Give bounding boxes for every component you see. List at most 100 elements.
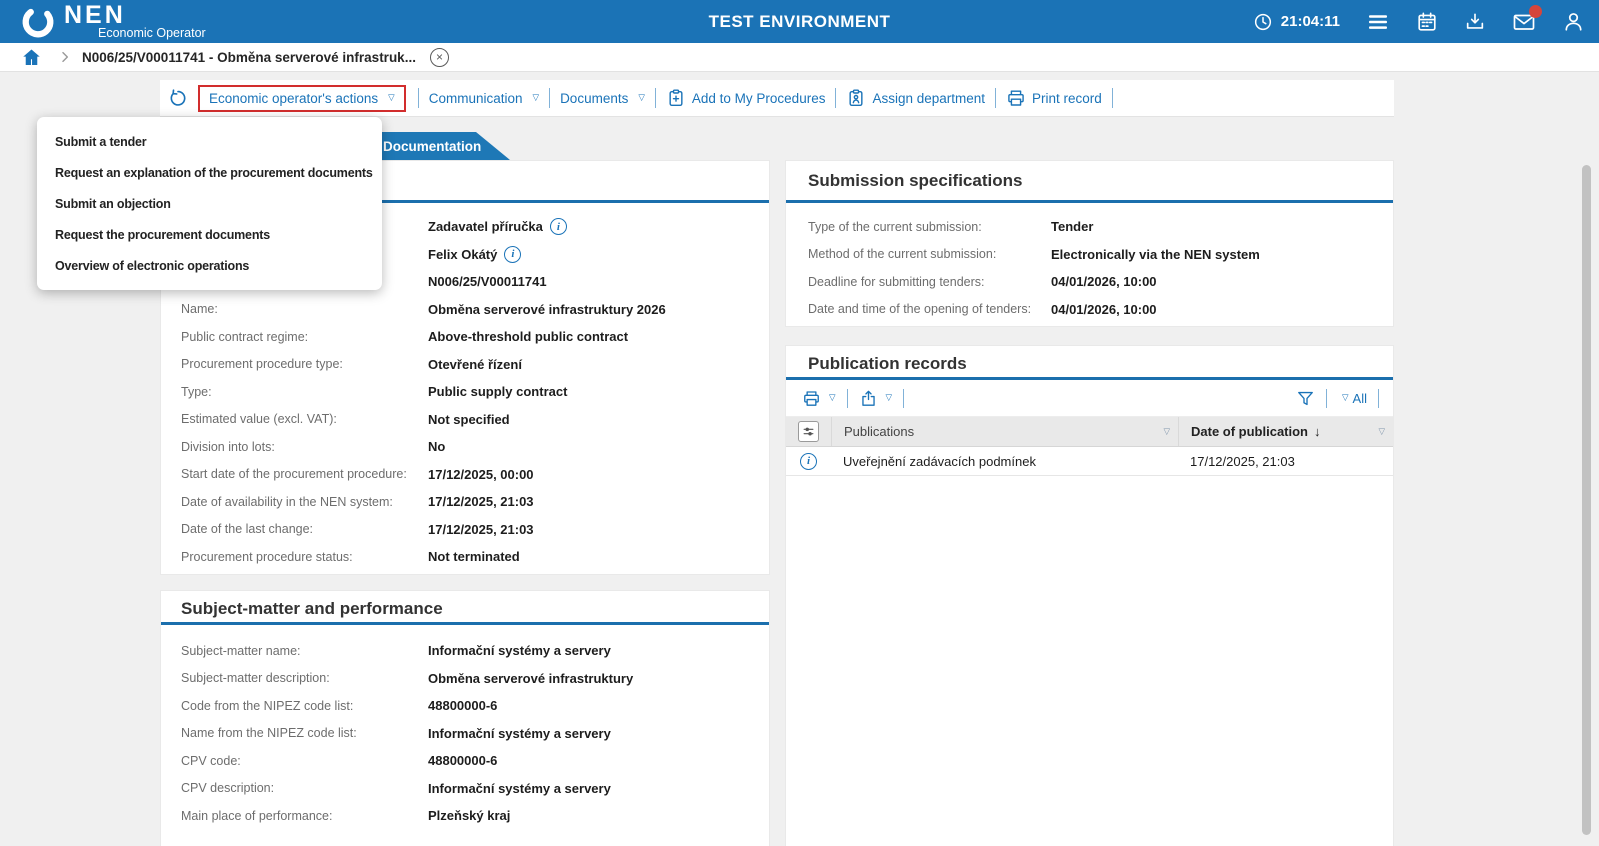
field-value: Plzeňský kraj [428, 808, 510, 823]
toolbar-separator [1326, 389, 1327, 408]
publication-records-panel: Publication records [785, 345, 1394, 846]
field-value: Obměna serverové infrastruktury 2026 [428, 302, 666, 317]
field-row: Type of the current submission: Tender [786, 213, 1393, 241]
field-row: Name from the NIPEZ code list: Informačn… [161, 720, 769, 748]
export-button[interactable] [859, 389, 893, 408]
field-value: N006/25/V00011741 [428, 274, 547, 289]
field-label: Name: [181, 302, 428, 316]
breadcrumb: N006/25/V00011741 - Obměna serverové inf… [0, 43, 1599, 72]
brand[interactable]: NEN Economic Operator [20, 3, 206, 40]
field-label: Date and time of the opening of tenders: [808, 302, 1051, 316]
field-value: 04/01/2026, 10:00 [1051, 274, 1157, 289]
filter-button[interactable] [1296, 389, 1315, 408]
communication-menu[interactable]: Communication [429, 91, 539, 106]
field-row: Code from the NIPEZ code list: 48800000-… [161, 692, 769, 720]
filter-scope-label: All [1353, 391, 1367, 406]
field-row: Start date of the procurement procedure:… [161, 461, 769, 489]
user-button[interactable] [1562, 10, 1585, 33]
sort-descending-icon: ↓ [1314, 424, 1321, 439]
field-value: 17/12/2025, 00:00 [428, 467, 534, 482]
print-list-button[interactable] [802, 389, 836, 408]
refresh-history-button[interactable] [168, 88, 188, 108]
info-icon[interactable] [800, 453, 817, 470]
column-label: Publications [844, 424, 914, 439]
top-bar: NEN Economic Operator TEST ENVIRONMENT 2… [0, 0, 1599, 43]
column-header-date-of-publication[interactable]: Date of publication ↓ ▽ [1178, 417, 1393, 446]
menu-item-overview-electronic-operations[interactable]: Overview of electronic operations [37, 250, 382, 281]
calendar-icon [1416, 11, 1438, 33]
nen-logo-icon [20, 4, 56, 40]
field-label: Subject-matter name: [181, 644, 428, 658]
field-label: CPV code: [181, 754, 428, 768]
field-row: Name: Obměna serverové infrastruktury 20… [161, 296, 769, 324]
calendar-button[interactable] [1416, 11, 1438, 33]
column-settings-button[interactable] [798, 421, 819, 442]
info-icon[interactable] [504, 246, 521, 263]
column-filter-caret-icon[interactable]: ▽ [1378, 426, 1385, 437]
field-value: 17/12/2025, 21:03 [428, 522, 534, 537]
toolbar-separator [995, 88, 996, 108]
field-row: Division into lots: No [161, 433, 769, 461]
economic-operators-actions-dropdown: Submit a tender Request an explanation o… [37, 117, 382, 290]
submission-specifications-panel: Submission specifications Type of the cu… [785, 160, 1394, 327]
field-row: CPV code: 48800000-6 [161, 747, 769, 775]
info-icon[interactable] [550, 218, 567, 235]
menu-button[interactable] [1366, 10, 1390, 34]
field-value: Public supply contract [428, 384, 567, 399]
messages-button[interactable] [1512, 10, 1536, 34]
column-header-publications[interactable]: Publications ▽ [831, 417, 1178, 446]
print-record-button[interactable]: Print record [1006, 88, 1102, 108]
field-label: CPV description: [181, 781, 428, 795]
field-row: Main place of performance: Plzeňský kraj [161, 802, 769, 830]
menu-item-request-explanation[interactable]: Request an explanation of the procuremen… [37, 157, 382, 188]
column-filter-caret-icon[interactable]: ▽ [1163, 426, 1170, 437]
toolbar-separator [1112, 88, 1113, 108]
print-record-label: Print record [1032, 91, 1102, 106]
close-record-tab-icon[interactable] [430, 48, 449, 67]
field-label: Deadline for submitting tenders: [808, 275, 1051, 289]
submission-specifications-title: Submission specifications [786, 161, 1393, 200]
menu-item-submit-a-tender[interactable]: Submit a tender [37, 126, 382, 157]
downloads-button[interactable] [1464, 11, 1486, 33]
menu-item-submit-an-objection[interactable]: Submit an objection [37, 188, 382, 219]
publication-row[interactable]: Uveřejnění zadávacích podmínek 17/12/202… [786, 447, 1393, 476]
documents-menu[interactable]: Documents [560, 91, 645, 106]
field-value: 17/12/2025, 21:03 [428, 494, 534, 509]
field-label: Procurement procedure type: [181, 357, 428, 371]
field-value: Otevřené řízení [428, 357, 522, 372]
subject-matter-panel: Subject-matter and performance Subject-m… [160, 590, 770, 846]
record-tab-title[interactable]: N006/25/V00011741 - Obměna serverové inf… [82, 50, 416, 65]
field-value: Electronically via the NEN system [1051, 247, 1260, 262]
menu-item-request-procurement-documents[interactable]: Request the procurement documents [37, 219, 382, 250]
field-value: Zadavatel příručka [428, 219, 543, 234]
share-export-icon [859, 389, 878, 408]
field-value: Felix Okátý [428, 247, 497, 262]
clipboard-person-icon [846, 88, 866, 108]
brand-name: NEN [64, 3, 206, 28]
clipboard-add-icon [666, 88, 686, 108]
publications-table-header: Publications ▽ Date of publication ↓ ▽ [786, 417, 1393, 447]
field-value: Informační systémy a servery [428, 643, 611, 658]
field-value: Informační systémy a servery [428, 726, 611, 741]
field-label: Main place of performance: [181, 809, 428, 823]
add-to-my-procedures-button[interactable]: Add to My Procedures [666, 88, 826, 108]
field-value: Not terminated [428, 549, 520, 564]
vertical-scrollbar[interactable] [1582, 165, 1591, 835]
toolbar-separator [847, 389, 848, 408]
field-value: Above-threshold public contract [428, 329, 628, 344]
download-tray-icon [1464, 11, 1486, 33]
economic-operators-actions-menu[interactable]: Economic operator's actions [198, 85, 406, 112]
field-value: Informační systémy a servery [428, 781, 611, 796]
field-label: Start date of the procurement procedure: [181, 467, 428, 481]
field-label: Public contract regime: [181, 330, 428, 344]
filter-scope-select[interactable]: All [1338, 391, 1367, 406]
field-value: 04/01/2026, 10:00 [1051, 302, 1157, 317]
field-label: Type of the current submission: [808, 220, 1051, 234]
home-button[interactable] [21, 47, 42, 68]
home-icon [21, 47, 42, 68]
assign-department-button[interactable]: Assign department [846, 88, 985, 108]
clock-icon [1253, 12, 1273, 32]
field-label: Division into lots: [181, 440, 428, 454]
field-row: Date and time of the opening of tenders:… [786, 296, 1393, 324]
field-label: Procurement procedure status: [181, 550, 428, 564]
